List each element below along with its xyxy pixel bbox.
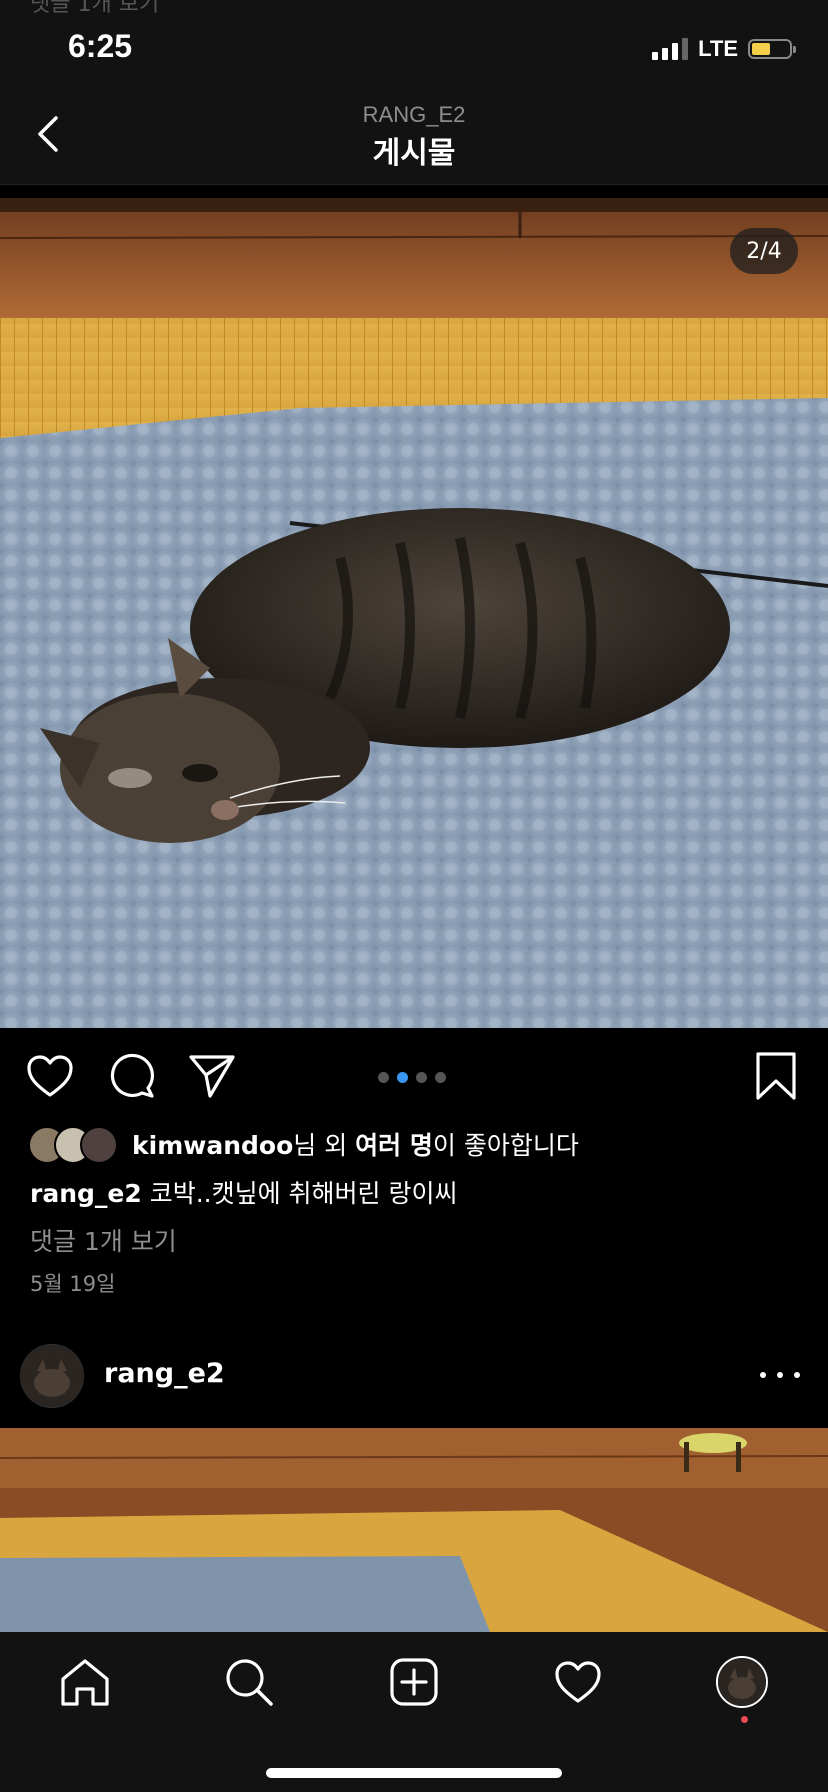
post-date: 5월 19일 <box>30 1272 116 1296</box>
notification-dot <box>741 1716 748 1723</box>
home-indicator <box>266 1768 562 1778</box>
cat-avatar-image <box>718 1658 766 1706</box>
network-type: LTE <box>698 36 738 61</box>
comment-button[interactable] <box>106 1050 158 1102</box>
carousel-dot <box>435 1072 446 1083</box>
tab-search[interactable] <box>219 1652 279 1712</box>
heart-icon <box>27 1055 73 1097</box>
bottom-tab-bar <box>0 1632 828 1792</box>
bookmark-icon <box>756 1052 796 1100</box>
share-button[interactable] <box>186 1050 238 1102</box>
liker-username[interactable]: kimwandoo <box>132 1131 293 1160</box>
plus-square-icon <box>390 1658 438 1706</box>
top-bar: 댓글 1개 보기 6:25 LTE RANG_E2 게시물 <box>0 0 828 185</box>
page-title: 게시물 <box>372 136 456 171</box>
comment-bubble-icon <box>110 1053 155 1098</box>
liker-avatars <box>28 1126 124 1164</box>
signal-icon <box>652 38 689 60</box>
home-icon <box>61 1659 109 1706</box>
post-photo[interactable]: 2/4 <box>0 198 828 1028</box>
likes-text: kimwandoo님 외 여러 명이 좋아합니다 <box>132 1131 579 1160</box>
ellipsis-icon <box>760 1372 766 1378</box>
next-post-photo[interactable] <box>0 1428 828 1632</box>
likes-row[interactable]: kimwandoo님 외 여러 명이 좋아합니다 <box>28 1124 579 1164</box>
save-button[interactable] <box>750 1050 802 1102</box>
cat-avatar-image <box>21 1345 83 1407</box>
like-button[interactable] <box>24 1050 76 1102</box>
post-actions <box>0 1040 828 1110</box>
status-time: 6:25 <box>68 28 133 64</box>
carousel-dot-active <box>397 1072 408 1083</box>
avatar <box>80 1126 118 1164</box>
post-username[interactable]: rang_e2 <box>104 1358 225 1389</box>
profile-avatar <box>716 1656 768 1708</box>
status-indicators: LTE <box>652 36 796 62</box>
caption-username[interactable]: rang_e2 <box>30 1179 142 1208</box>
cat-photo <box>0 198 828 1028</box>
header-username: RANG_E2 <box>362 102 466 127</box>
tab-home[interactable] <box>55 1652 115 1712</box>
tab-activity[interactable] <box>548 1652 608 1712</box>
photo-counter: 2/4 <box>730 228 798 274</box>
app-screen: 댓글 1개 보기 6:25 LTE RANG_E2 게시물 2/4 kimwan… <box>0 0 828 1792</box>
search-icon <box>226 1659 273 1706</box>
carousel-dots <box>378 1072 446 1083</box>
tab-profile[interactable] <box>712 1652 772 1723</box>
carousel-dot <box>416 1072 427 1083</box>
likes-others[interactable]: 여러 명 <box>355 1131 433 1160</box>
post-caption: rang_e2 코박..캣닢에 취해버린 랑이씨 <box>30 1174 458 1210</box>
avatar[interactable] <box>20 1344 84 1408</box>
paper-plane-icon <box>189 1055 235 1098</box>
floor-photo <box>0 1428 828 1632</box>
heart-icon <box>555 1661 601 1703</box>
carousel-dot <box>378 1072 389 1083</box>
next-post-header: rang_e2 <box>0 1340 828 1424</box>
caption-text: 코박..캣닢에 취해버린 랑이씨 <box>141 1179 458 1208</box>
more-options-button[interactable] <box>760 1360 800 1390</box>
scrolled-peek-text: 댓글 1개 보기 <box>30 0 160 17</box>
battery-icon <box>748 39 796 59</box>
tab-new-post[interactable] <box>384 1652 444 1712</box>
view-comments-link[interactable]: 댓글 1개 보기 <box>30 1222 177 1258</box>
